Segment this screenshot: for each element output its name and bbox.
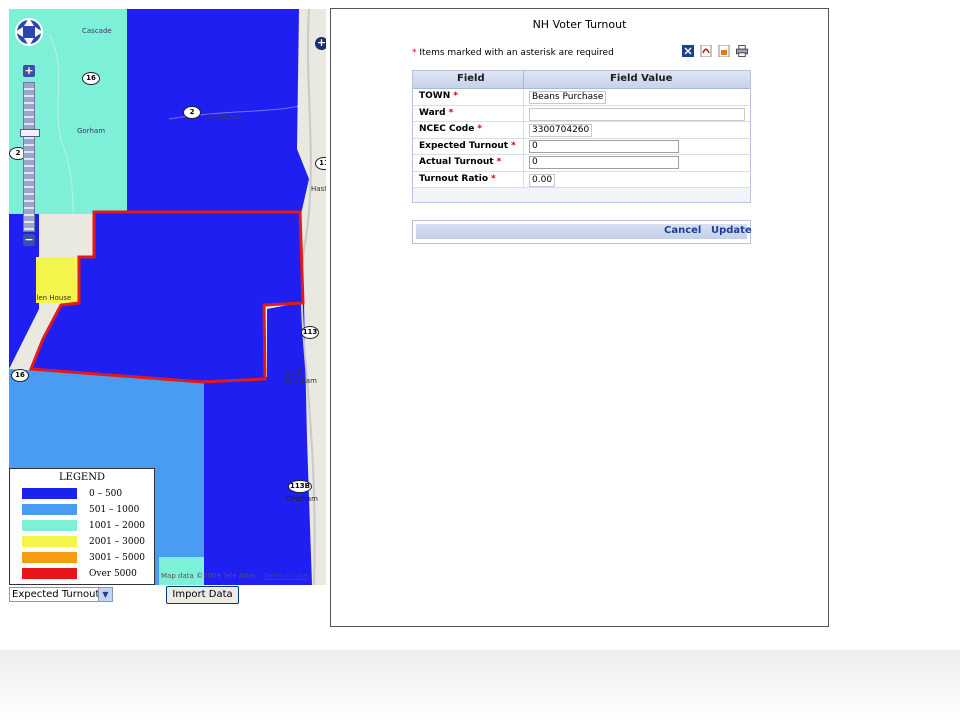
road-label: Chatham [286, 495, 318, 503]
table-row: Ward * [413, 105, 750, 122]
field-label: Ward * [419, 107, 454, 118]
table-row: Turnout Ratio * 0.00 [413, 171, 750, 188]
legend-label: Over 5000 [89, 569, 137, 579]
legend-item: 3001 – 5000 [22, 552, 152, 564]
legend-swatch [22, 568, 77, 579]
field-label: Turnout Ratio * [419, 173, 496, 184]
map-pan-control[interactable] [12, 15, 46, 49]
route-shield: 113B [288, 480, 312, 493]
road-label: Gorham [77, 127, 106, 135]
fields-table-header: Field Field Value [413, 71, 750, 89]
cancel-button[interactable]: Cancel [664, 225, 701, 236]
edit-icon[interactable] [718, 45, 730, 57]
zoom-slider-thumb[interactable] [20, 129, 40, 137]
zoom-out-button[interactable]: − [23, 234, 35, 246]
pdf-export-icon[interactable] [700, 45, 712, 57]
legend-item: 0 – 500 [22, 488, 152, 500]
metric-select-value: Expected Turnout [12, 589, 100, 600]
header-field: Field [457, 73, 485, 84]
expected-turnout-input[interactable]: 0 [529, 139, 679, 153]
panel-title: NH Voter Turnout [532, 18, 627, 31]
legend-label: 501 – 1000 [89, 505, 140, 515]
legend-swatch [22, 504, 77, 515]
required-note-text: Items marked with an asterisk are requir… [419, 48, 614, 58]
legend-swatch [22, 520, 77, 531]
legend-title: LEGEND [59, 472, 105, 483]
turnout-ratio-value: 0.00 [529, 173, 556, 187]
legend-item: Over 5000 [22, 568, 152, 580]
voter-turnout-panel: NH Voter Turnout * Items marked with an … [330, 8, 829, 627]
field-label: NCEC Code * [419, 124, 483, 134]
metric-select[interactable]: Expected Turnout ▼ [9, 587, 113, 602]
fields-table: Field Field Value TOWN * Beans Purchase W… [412, 70, 751, 203]
route-shield: 2 [183, 106, 201, 119]
map-copyright: Map data ©2009 Tele Atlas - Terms of Use [161, 572, 308, 580]
table-row: Actual Turnout * 0 [413, 155, 750, 172]
town-value: Beans Purchase [529, 91, 607, 104]
field-label: Expected Turnout * [419, 140, 516, 151]
import-data-button[interactable]: Import Data [166, 586, 239, 604]
region-bottom-mint [159, 557, 204, 585]
route-shield: 16 [82, 72, 100, 85]
actions-bar: Cancel Update [416, 224, 752, 239]
road-label: North Chatham [285, 369, 317, 385]
actual-turnout-input[interactable]: 0 [529, 156, 679, 169]
fields-table-footer [413, 188, 750, 202]
road-label: Shelburne [206, 113, 242, 121]
legend-item: 1001 – 2000 [22, 520, 152, 532]
required-note: * Items marked with an asterisk are requ… [412, 48, 614, 58]
road-label: Cascade [82, 27, 112, 35]
legend-label: 2001 – 3000 [89, 537, 146, 547]
ward-value [529, 107, 745, 121]
legend-label: 0 – 500 [89, 489, 123, 499]
table-row: NCEC Code * 3300704260 [413, 122, 750, 139]
legend-item: 2001 – 3000 [22, 536, 152, 548]
form-actions: Cancel Update [412, 220, 752, 244]
excel-export-icon[interactable] [682, 45, 694, 57]
chevron-down-icon[interactable]: ▼ [98, 588, 112, 601]
legend-label: 3001 – 5000 [89, 553, 146, 563]
legend-swatch [22, 552, 77, 563]
route-shield: 11 [315, 157, 326, 170]
zoom-slider-track[interactable] [23, 82, 35, 232]
field-label: TOWN * [419, 91, 458, 101]
legend-label: 1001 – 2000 [89, 521, 146, 531]
field-label: Actual Turnout * [419, 157, 502, 167]
table-row: TOWN * Beans Purchase [413, 89, 750, 106]
required-star: * [412, 48, 417, 58]
road-label: Glen House [31, 294, 72, 302]
route-shield: 113 [301, 326, 319, 339]
page-bottom-band [0, 650, 960, 720]
legend-swatch [22, 536, 77, 547]
map-legend: LEGEND 0 – 500 501 – 1000 1001 – 2000 20… [9, 468, 155, 585]
table-row: Expected Turnout * 0 [413, 138, 750, 155]
update-button[interactable]: Update [711, 225, 752, 236]
route-shield: 16 [11, 369, 29, 382]
ncec-code-value: 3300704260 [529, 124, 593, 137]
zoom-in-button[interactable]: + [23, 65, 35, 77]
road-label: Hast [311, 185, 326, 193]
region-north [127, 9, 309, 214]
legend-item: 501 – 1000 [22, 504, 152, 516]
print-icon[interactable] [736, 45, 748, 57]
header-field-value: Field Value [610, 73, 673, 84]
terms-of-use-link[interactable]: Terms of Use [263, 572, 308, 580]
map-side-plus-button[interactable]: + [315, 37, 326, 50]
copyright-text: Map data ©2009 Tele Atlas - [161, 572, 261, 580]
legend-swatch [22, 488, 77, 499]
